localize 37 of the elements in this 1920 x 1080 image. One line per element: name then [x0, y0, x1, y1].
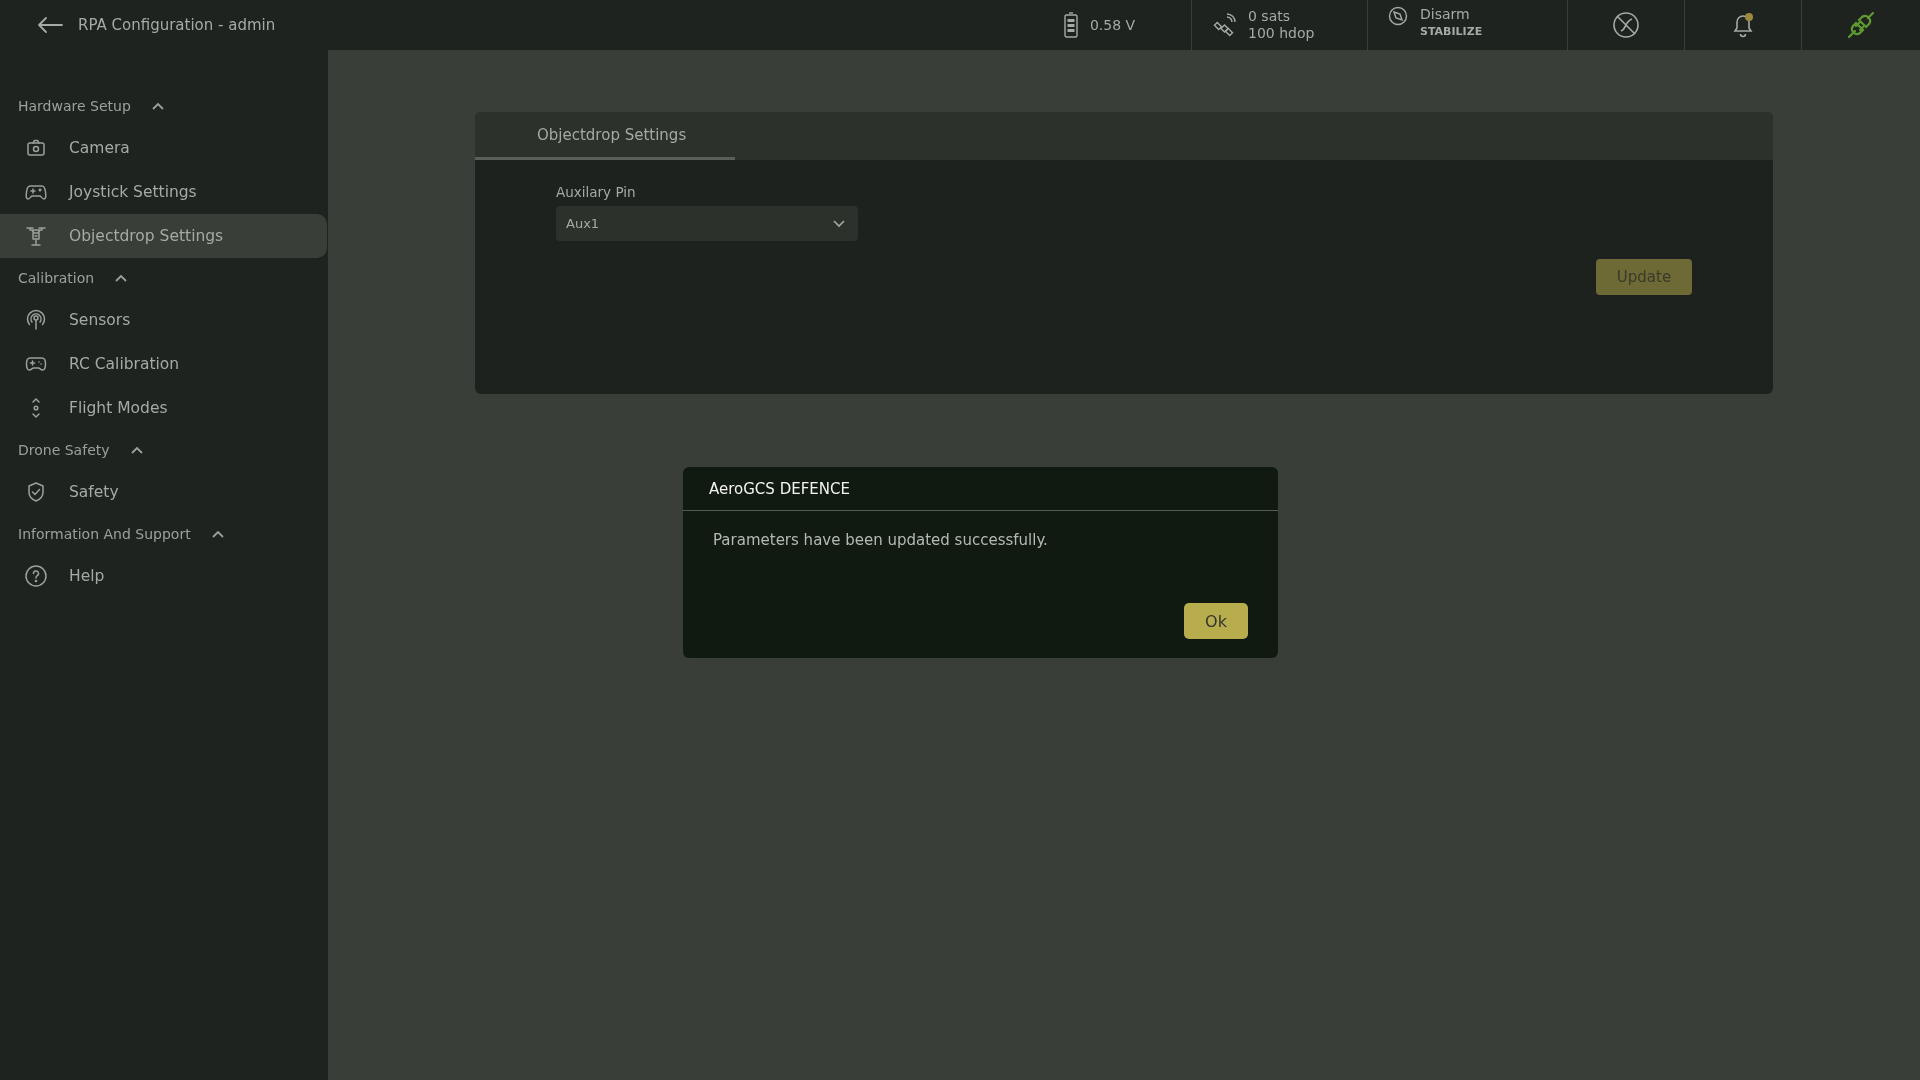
sidebar-item[interactable]: Camera [0, 126, 327, 170]
ok-button[interactable]: Ok [1184, 603, 1248, 639]
back-button[interactable] [36, 15, 64, 35]
section-heading: Information And Support [18, 526, 191, 542]
chevron-icon[interactable] [114, 273, 129, 283]
gps-reading: 100 hdop [1248, 25, 1315, 42]
sidebar-item[interactable]: Flight Modes [0, 386, 327, 430]
battery-icon [1063, 12, 1078, 38]
gps-reading: 0 sats [1248, 8, 1291, 25]
page-title: RPA Configuration - admin [78, 16, 276, 34]
field-label: Auxilary Pin [556, 184, 637, 200]
drone-icon [24, 224, 48, 248]
help-icon [24, 564, 48, 588]
sidebar-item[interactable]: Help [0, 554, 327, 598]
chevron-icon[interactable] [210, 529, 225, 539]
sidebar-item[interactable]: Sensors [0, 298, 327, 342]
chevron-icon[interactable] [129, 445, 144, 455]
chevron-down-icon [832, 218, 846, 229]
battery-voltage: 0.58 V [1089, 17, 1136, 33]
arm-state: Disarm [1420, 6, 1471, 23]
signal-icon [24, 308, 48, 332]
chevron-icon[interactable] [150, 101, 165, 111]
dropdown-field[interactable]: Aux1 [556, 206, 858, 241]
section-heading: Hardware Setup [18, 98, 131, 114]
plug-icon [1846, 10, 1876, 40]
sidebar-item[interactable]: Objectdrop Settings [0, 214, 327, 258]
sidebar-item[interactable]: RC Calibration [0, 342, 327, 386]
sidebar-item[interactable]: Safety [0, 470, 327, 514]
sidebar-item[interactable]: Joystick Settings [0, 170, 327, 214]
section-heading: Calibration [18, 270, 95, 286]
section-heading: Drone Safety [18, 442, 110, 458]
flight-mode: STABILIZE [1420, 24, 1483, 40]
back-arrow-icon [36, 15, 64, 35]
compass-icon [1388, 6, 1408, 26]
satellite-icon [1212, 13, 1236, 37]
dialog-title: AeroGCS DEFENCE [683, 467, 1278, 511]
dialog-message: Parameters have been updated successfully. [712, 530, 1049, 549]
